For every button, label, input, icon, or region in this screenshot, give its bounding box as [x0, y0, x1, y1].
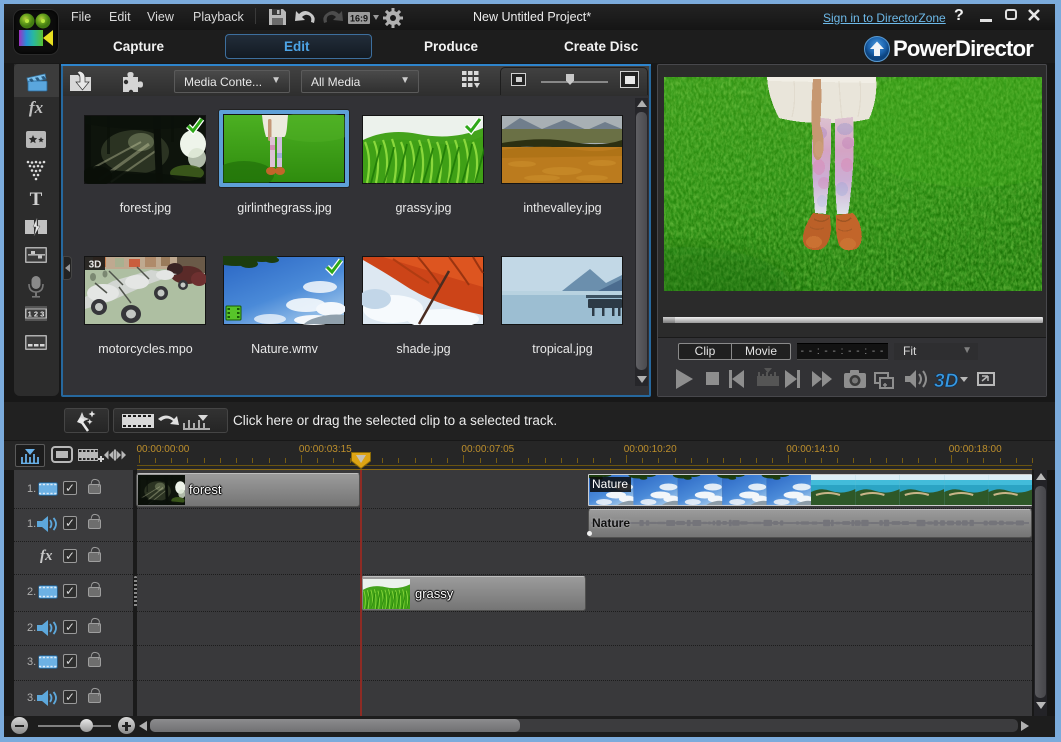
svg-text:T: T [30, 189, 43, 210]
svg-text:3D: 3D [89, 260, 102, 271]
svg-text:1 2 3: 1 2 3 [28, 310, 45, 319]
svg-text:3D: 3D [934, 371, 959, 392]
svg-text:16:9: 16:9 [350, 14, 368, 24]
svg-text:fx: fx [29, 98, 44, 117]
